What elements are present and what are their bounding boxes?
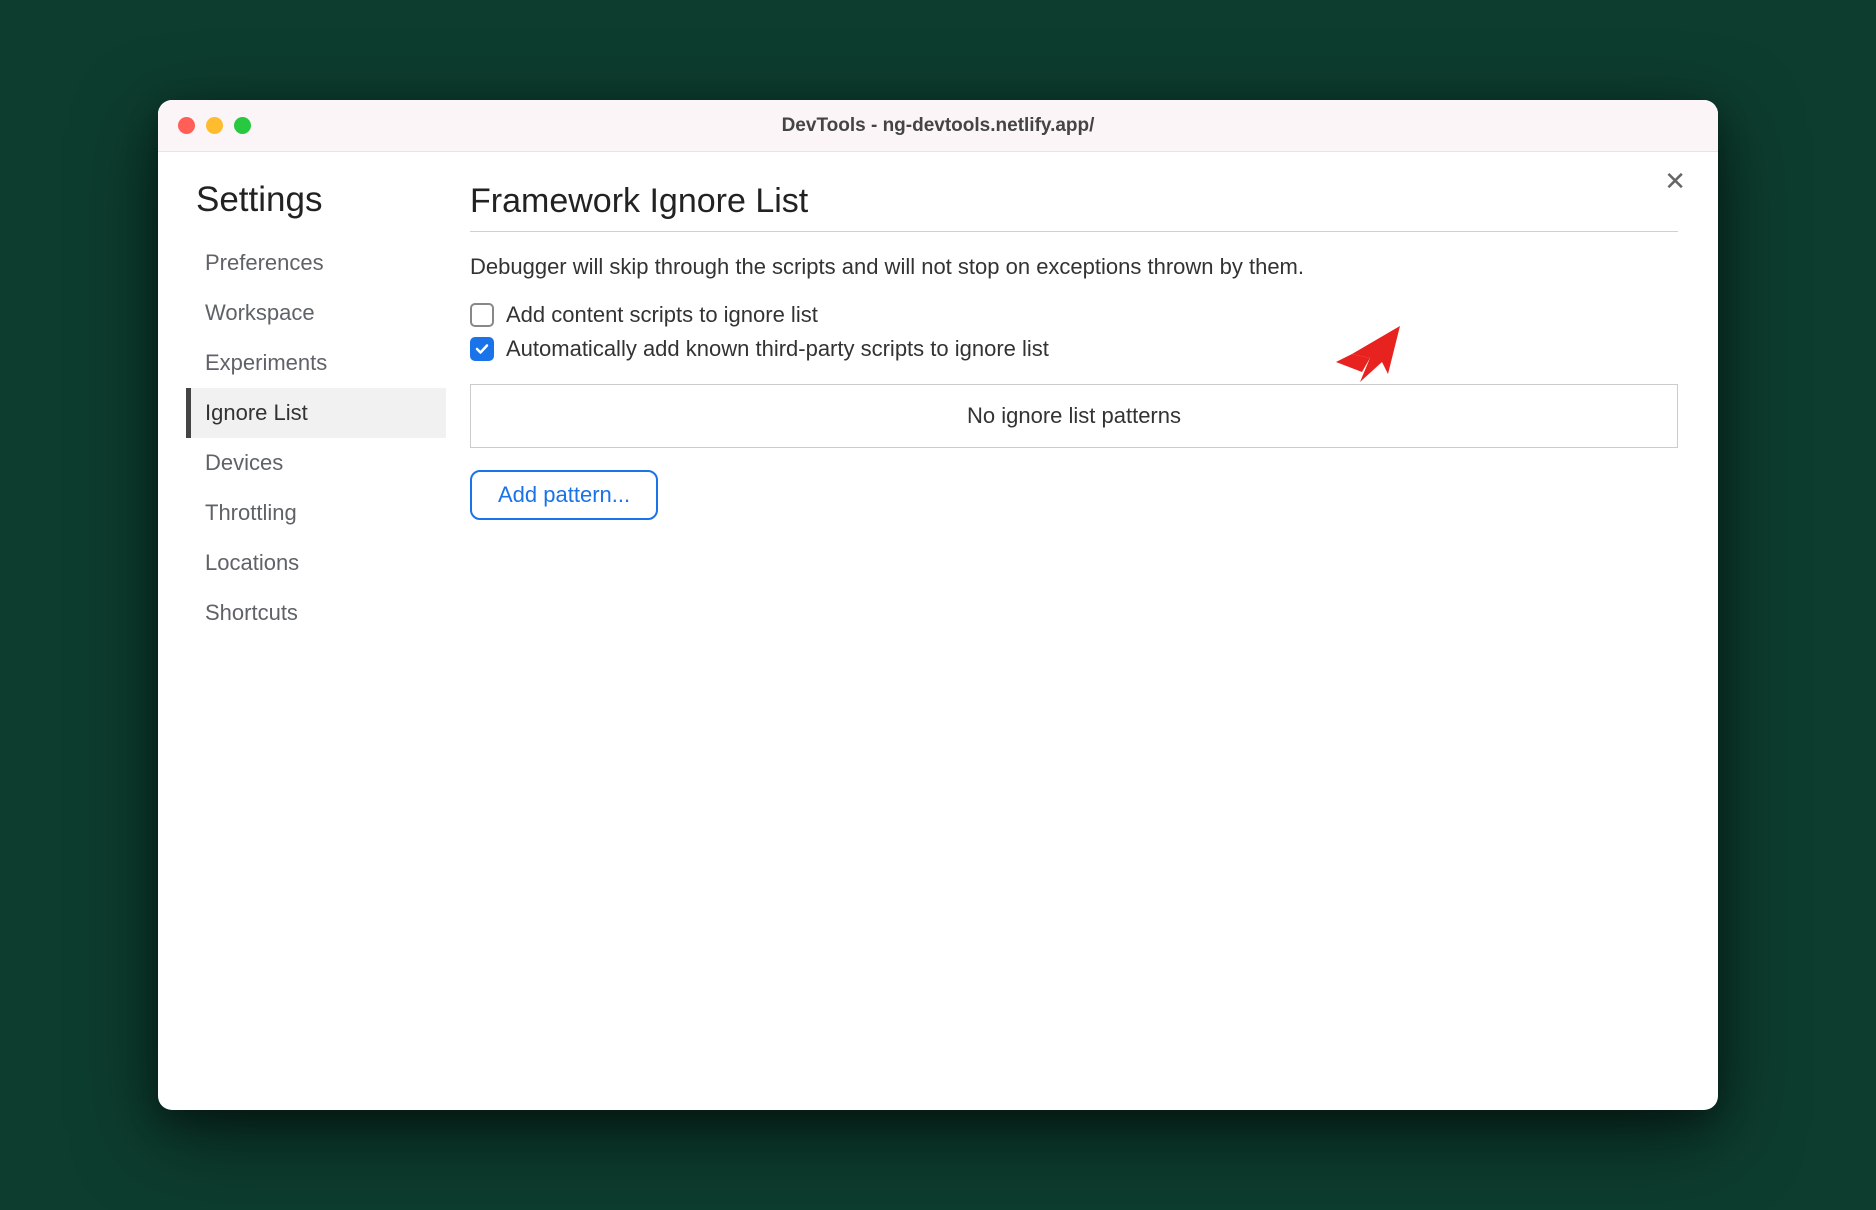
- sidebar-item-ignore-list[interactable]: Ignore List: [186, 388, 446, 438]
- maximize-window-button[interactable]: [234, 117, 251, 134]
- page-description: Debugger will skip through the scripts a…: [470, 254, 1678, 280]
- close-window-button[interactable]: [178, 117, 195, 134]
- sidebar-item-experiments[interactable]: Experiments: [186, 338, 446, 388]
- titlebar: DevTools - ng-devtools.netlify.app/: [158, 100, 1718, 152]
- sidebar-list: Preferences Workspace Experiments Ignore…: [186, 238, 446, 638]
- sidebar-item-devices[interactable]: Devices: [186, 438, 446, 488]
- sidebar-item-locations[interactable]: Locations: [186, 538, 446, 588]
- checkbox-row-content-scripts: Add content scripts to ignore list: [470, 302, 1678, 328]
- sidebar-title: Settings: [186, 180, 446, 220]
- checkbox-row-third-party: Automatically add known third-party scri…: [470, 336, 1678, 362]
- page-title: Framework Ignore List: [470, 182, 1678, 232]
- checkbox-content-scripts[interactable]: [470, 303, 494, 327]
- settings-content: ✕ Settings Preferences Workspace Experim…: [158, 152, 1718, 1110]
- checkbox-label-third-party[interactable]: Automatically add known third-party scri…: [506, 336, 1049, 362]
- close-icon[interactable]: ✕: [1664, 168, 1686, 194]
- devtools-window: DevTools - ng-devtools.netlify.app/ ✕ Se…: [158, 100, 1718, 1110]
- settings-main: Framework Ignore List Debugger will skip…: [446, 180, 1678, 1070]
- checkmark-icon: [474, 341, 490, 357]
- minimize-window-button[interactable]: [206, 117, 223, 134]
- sidebar-item-preferences[interactable]: Preferences: [186, 238, 446, 288]
- traffic-lights: [178, 117, 251, 134]
- ignore-list-patterns-box: No ignore list patterns: [470, 384, 1678, 448]
- sidebar-item-throttling[interactable]: Throttling: [186, 488, 446, 538]
- sidebar-item-workspace[interactable]: Workspace: [186, 288, 446, 338]
- add-pattern-button[interactable]: Add pattern...: [470, 470, 658, 520]
- window-title: DevTools - ng-devtools.netlify.app/: [782, 115, 1095, 137]
- checkbox-label-content-scripts[interactable]: Add content scripts to ignore list: [506, 302, 818, 328]
- sidebar-item-shortcuts[interactable]: Shortcuts: [186, 588, 446, 638]
- checkbox-third-party[interactable]: [470, 337, 494, 361]
- settings-sidebar: Settings Preferences Workspace Experimen…: [186, 180, 446, 1070]
